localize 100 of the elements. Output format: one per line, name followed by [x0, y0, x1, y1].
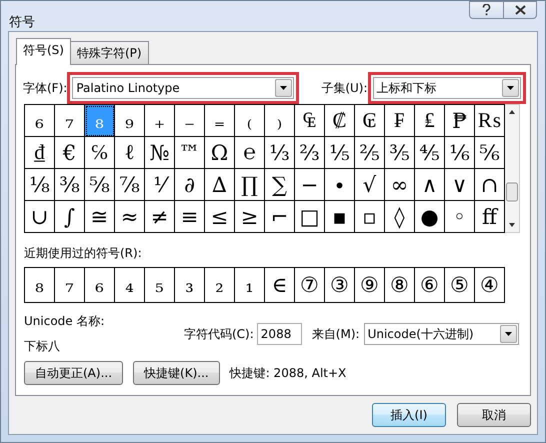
- symbol-cell[interactable]: ₍: [235, 105, 265, 137]
- symbol-cell[interactable]: ₇: [55, 105, 85, 137]
- symbol-cell[interactable]: ₱: [445, 105, 475, 137]
- recent-symbol-cell[interactable]: ④: [475, 268, 505, 302]
- symbol-cell[interactable]: ◊: [385, 201, 415, 233]
- close-button[interactable]: [503, 1, 537, 19]
- symbol-cell[interactable]: ₢: [355, 105, 385, 137]
- symbol-cell[interactable]: ⅝: [85, 169, 115, 201]
- recent-symbol-cell[interactable]: ⑥: [415, 268, 445, 302]
- symbol-cell[interactable]: ⅛: [25, 169, 55, 201]
- recent-symbol-cell[interactable]: ₄: [115, 268, 145, 302]
- symbol-cell[interactable]: ∪: [25, 201, 55, 233]
- shortcut-key-button[interactable]: 快捷键(K)...: [133, 361, 220, 385]
- symbol-cell[interactable]: ₌: [205, 105, 235, 137]
- symbol-cell[interactable]: ℮: [235, 137, 265, 169]
- insert-button[interactable]: 插入(I): [372, 403, 446, 427]
- recent-symbol-cell[interactable]: ⑤: [445, 268, 475, 302]
- symbol-cell[interactable]: ₨: [475, 105, 505, 137]
- symbol-cell[interactable]: ≈: [115, 201, 145, 233]
- symbol-cell[interactable]: ⅖: [355, 137, 385, 169]
- recent-symbol-cell[interactable]: ₈: [25, 268, 55, 302]
- from-label: 来自(M):: [312, 326, 360, 342]
- symbol-cell[interactable]: ﬀ: [475, 201, 505, 233]
- recent-symbol-cell[interactable]: ⑧: [385, 268, 415, 302]
- recent-symbol-cell[interactable]: ₅: [145, 268, 175, 302]
- symbol-cell[interactable]: ≅: [85, 201, 115, 233]
- field-label: 字体(F):: [23, 80, 68, 96]
- symbol-cell[interactable]: ∆: [205, 169, 235, 201]
- symbol-cell[interactable]: ∂: [175, 169, 205, 201]
- recent-symbol-cell[interactable]: ③: [325, 268, 355, 302]
- symbol-cell[interactable]: №: [145, 137, 175, 169]
- recent-symbol-cell[interactable]: ₇: [55, 268, 85, 302]
- symbol-cell[interactable]: ∫: [55, 201, 85, 233]
- symbol-cell[interactable]: ∙: [325, 169, 355, 201]
- char-code-field[interactable]: 2088: [256, 323, 302, 345]
- field-label: 子集(U):: [321, 80, 368, 96]
- symbol-cell[interactable]: Ω: [205, 137, 235, 169]
- symbol-cell[interactable]: ™: [175, 137, 205, 169]
- symbol-cell[interactable]: ℅: [85, 137, 115, 169]
- symbol-cell[interactable]: ⅚: [475, 137, 505, 169]
- symbol-cell[interactable]: ₋: [175, 105, 205, 137]
- symbol-cell[interactable]: ₣: [385, 105, 415, 137]
- symbol-cell[interactable]: ∏: [235, 169, 265, 201]
- cancel-button[interactable]: 取消: [457, 403, 531, 427]
- symbol-cell[interactable]: ₉: [115, 105, 145, 137]
- symbol-cell[interactable]: ≥: [235, 201, 265, 233]
- scrollbar[interactable]: [505, 104, 520, 233]
- unicode-name-value: 下标八: [24, 338, 61, 355]
- recent-symbol-cell[interactable]: ∈: [265, 268, 295, 302]
- recent-symbol-cell[interactable]: ⑦: [295, 268, 325, 302]
- symbol-cell[interactable]: ∞: [385, 169, 415, 201]
- symbol-cell[interactable]: ₤: [415, 105, 445, 137]
- symbol-cell[interactable]: ●: [415, 201, 445, 233]
- tab[interactable]: 特殊字符(P): [70, 41, 149, 64]
- from-dropdown[interactable]: Unicode(十六进制): [364, 323, 519, 345]
- recent-symbol-cell[interactable]: ⑨: [355, 268, 385, 302]
- shortcut-info: 快捷键: 2088, Alt+X: [230, 364, 346, 382]
- subset-dropdown[interactable]: 上标和下标: [372, 77, 521, 99]
- symbol-cell[interactable]: ∩: [475, 169, 505, 201]
- symbol-cell[interactable]: ▫: [355, 201, 385, 233]
- symbol-cell[interactable]: ▪: [325, 201, 355, 233]
- section-label: 近期使用过的符号(R):: [24, 245, 143, 262]
- autocorrect-button[interactable]: 自动更正(A)...: [24, 361, 124, 385]
- tab[interactable]: 符号(S): [16, 38, 71, 65]
- symbol-cell[interactable]: ⅗: [385, 137, 415, 169]
- symbol-cell[interactable]: ℓ: [115, 137, 145, 169]
- symbol-cell[interactable]: ⅘: [415, 137, 445, 169]
- recent-symbol-cell[interactable]: ₁: [235, 268, 265, 302]
- symbol-cell[interactable]: ≤: [205, 201, 235, 233]
- recent-symbol-cell[interactable]: ₆: [85, 268, 115, 302]
- symbol-cell[interactable]: ₫: [25, 137, 55, 169]
- recent-symbol-cell[interactable]: ₂: [205, 268, 235, 302]
- symbol-cell[interactable]: ◦: [445, 201, 475, 233]
- symbol-cell[interactable]: ⅜: [55, 169, 85, 201]
- symbol-cell[interactable]: ⌐: [265, 201, 295, 233]
- symbol-cell[interactable]: ₊: [145, 105, 175, 137]
- symbol-cell[interactable]: √: [355, 169, 385, 201]
- symbol-cell[interactable]: ⅓: [265, 137, 295, 169]
- symbol-cell[interactable]: ₆: [25, 105, 55, 137]
- symbol-cell[interactable]: ≡: [175, 201, 205, 233]
- symbol-cell[interactable]: □: [295, 201, 325, 233]
- symbol-cell[interactable]: ⅟: [145, 169, 175, 201]
- symbol-cell[interactable]: ⅙: [445, 137, 475, 169]
- recent-symbol-cell[interactable]: ₃: [175, 268, 205, 302]
- close-icon: [514, 5, 526, 15]
- symbol-cell[interactable]: −: [295, 169, 325, 201]
- symbol-cell[interactable]: ∨: [445, 169, 475, 201]
- symbol-cell[interactable]: ⅔: [295, 137, 325, 169]
- symbol-cell[interactable]: ∧: [415, 169, 445, 201]
- symbol-cell[interactable]: ⅕: [325, 137, 355, 169]
- symbol-cell[interactable]: ₡: [325, 105, 355, 137]
- symbol-cell[interactable]: €: [55, 137, 85, 169]
- symbol-cell[interactable]: ⅞: [115, 169, 145, 201]
- help-icon: [482, 4, 491, 16]
- help-button[interactable]: [469, 1, 503, 19]
- symbol-cell[interactable]: ₎: [265, 105, 295, 137]
- symbol-cell[interactable]: ≠: [145, 201, 175, 233]
- symbol-cell[interactable]: ₠: [295, 105, 325, 137]
- symbol-cell[interactable]: ∑: [265, 169, 295, 201]
- font-dropdown[interactable]: Palatino Linotype: [72, 77, 294, 99]
